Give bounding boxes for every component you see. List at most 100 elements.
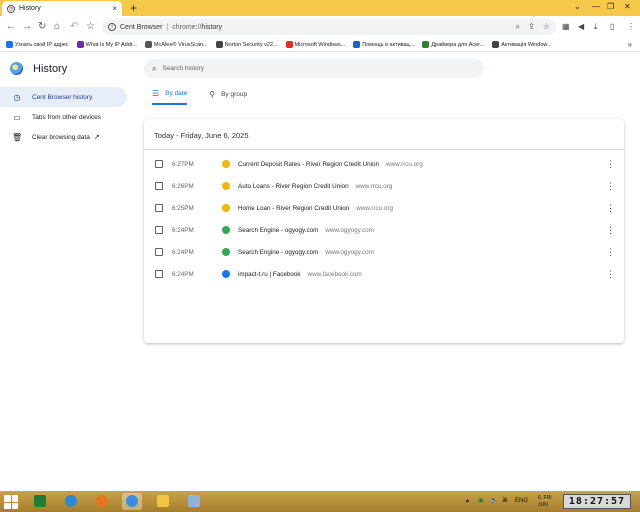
maximize-button[interactable]: ❐ [607, 1, 614, 13]
row-domain: www.rrcu.org [356, 204, 394, 212]
undo-close-icon[interactable]: ↶ [70, 20, 78, 34]
bookmark-item[interactable]: What Is My IP Addr... [76, 41, 137, 48]
row-domain: www.facebook.com [307, 270, 362, 278]
row-checkbox[interactable] [155, 226, 163, 234]
row-title-link[interactable]: Home Loan - River Region Credit Union www… [238, 205, 393, 212]
bookmarks-bar: Узнать свой IP адрес What Is My IP Addr.… [0, 38, 640, 52]
bookmark-item[interactable]: Norton Security v22... [215, 41, 278, 48]
history-page: History ⌕ Search history ◷ Cent Browser … [0, 53, 640, 491]
row-title-link[interactable]: Current Deposit Rates - River Region Cre… [238, 161, 423, 168]
history-row[interactable]: 6:25PM Home Loan - River Region Credit U… [144, 197, 624, 219]
row-checkbox[interactable] [155, 182, 163, 190]
row-domain: www.ogyogy.com [325, 248, 374, 256]
tab-history[interactable]: ◷ History × [2, 1, 122, 16]
bookmark-star-icon[interactable]: ☆ [86, 20, 95, 34]
tab-label: By date [165, 90, 188, 97]
bookmark-favicon-icon [76, 41, 84, 48]
info-icon[interactable]: i [108, 23, 116, 31]
tab-by-date[interactable]: ☰ By date [152, 89, 188, 105]
more-actions-icon[interactable]: ⋮ [606, 181, 615, 192]
network-icon[interactable]: ⌘ [502, 495, 508, 507]
row-title-link[interactable]: Search Engine - ogyogy.com www.ogyogy.com [238, 249, 374, 256]
tray-arrow-icon[interactable]: ▴ [466, 495, 469, 507]
bookmark-favicon-icon [6, 41, 13, 48]
bookmark-item[interactable]: Драйвера для Acer... [422, 41, 484, 48]
language-indicator[interactable]: ENG [515, 495, 528, 507]
menu-icon[interactable]: ⋮ [627, 21, 635, 33]
omnibox-path: history [201, 23, 223, 31]
tab-by-group[interactable]: ⚲ By group [209, 89, 247, 105]
share-icon[interactable]: ⇪ [528, 22, 535, 32]
taskbar: ▴ ▣ 🔈 ⌘ ENG 6, FRI JUN 18:27:57 [0, 491, 640, 512]
row-title-link[interactable]: Search Engine - ogyogy.com www.ogyogy.com [238, 227, 374, 234]
row-domain: www.ogyogy.com [325, 226, 374, 234]
row-title-link[interactable]: Auto Loans - River Region Credit Union ww… [238, 183, 392, 190]
reload-icon[interactable]: ↻ [38, 20, 46, 34]
close-window-button[interactable]: ✕ [624, 1, 631, 13]
bookmark-label: Узнать свой IP адрес [15, 41, 69, 48]
row-checkbox[interactable] [155, 248, 163, 256]
taskbar-app-edge[interactable] [61, 493, 81, 510]
row-checkbox[interactable] [155, 160, 163, 168]
history-row[interactable]: 6:27PM Current Deposit Rates - River Reg… [144, 153, 624, 175]
bookmark-item[interactable]: Узнать свой IP адрес [6, 41, 69, 48]
windows-start-icon[interactable] [4, 495, 18, 509]
history-row[interactable]: 6:24PM Search Engine - ogyogy.com www.ogy… [144, 241, 624, 263]
more-actions-icon[interactable]: ⋮ [606, 159, 615, 170]
bookmark-item[interactable]: Активація Window... [492, 41, 552, 48]
tray-app-icon[interactable]: ▣ [478, 495, 484, 507]
extensions-icon[interactable]: ▦ [562, 21, 570, 33]
minimize-button[interactable]: — [592, 1, 600, 13]
devices-icon: ▭ [13, 112, 21, 122]
taskbar-app-other[interactable] [184, 493, 204, 510]
forward-icon[interactable]: → [22, 20, 32, 34]
star-icon[interactable]: ☆ [543, 22, 550, 32]
more-actions-icon[interactable]: ⋮ [606, 203, 615, 214]
bookmark-item[interactable]: McAfee® VirusScan... [144, 41, 208, 48]
taskbar-app-firefox[interactable] [92, 493, 112, 510]
volume-icon[interactable]: 🔈 [490, 495, 497, 507]
site-favicon-icon [222, 204, 230, 212]
history-row[interactable]: 6:24PM impact-t.ru | Facebook www.faceboo… [144, 263, 624, 285]
bookmarks-overflow-icon[interactable]: » [628, 40, 632, 49]
clock[interactable]: 18:27:57 [563, 494, 631, 509]
taskbar-app-explorer[interactable] [153, 493, 173, 510]
clock-icon: ◷ [7, 4, 15, 13]
bookmark-item[interactable]: Microsoft Windows... [285, 41, 346, 48]
date-indicator[interactable]: 6, FRI JUN [538, 495, 558, 509]
sidebar-item-label: Tabs from other devices [32, 113, 102, 121]
tab-search-icon[interactable]: ⌄ [574, 1, 581, 13]
more-actions-icon[interactable]: ⋮ [606, 247, 615, 258]
row-domain: www.rrcu.org [386, 160, 423, 168]
tab-close-icon[interactable]: × [112, 4, 117, 13]
taskbar-app-excel[interactable] [30, 493, 50, 510]
back-icon[interactable]: ← [6, 20, 16, 34]
toolbar: ← → ↻ ⌂ ↶ ☆ i Cent Browser | chrome:// h… [0, 16, 640, 38]
address-bar[interactable]: i Cent Browser | chrome:// history ⌕ ⇪ ☆ [102, 19, 556, 35]
more-actions-icon[interactable]: ⋮ [606, 269, 615, 280]
row-title: Search Engine - ogyogy.com [238, 226, 319, 234]
bookmark-item[interactable]: Помощь в активац... [353, 41, 414, 48]
sidebar-item-clear-data[interactable]: 🗑 Clear browsing data ↗ [0, 127, 127, 147]
history-row[interactable]: 6:26PM Auto Loans - River Region Credit … [144, 175, 624, 197]
site-favicon-icon [222, 182, 230, 190]
sidebar-item-history[interactable]: ◷ Cent Browser history [0, 87, 127, 107]
taskbar-app-cent-browser[interactable] [122, 493, 142, 510]
media-icon[interactable]: ◀ [578, 21, 584, 33]
more-actions-icon[interactable]: ⋮ [606, 225, 615, 236]
history-row[interactable]: 6:24PM Search Engine - ogyogy.com www.ogy… [144, 219, 624, 241]
row-title-link[interactable]: impact-t.ru | Facebook www.facebook.com [238, 271, 362, 278]
side-panel-icon[interactable]: ▯ [610, 21, 614, 33]
bookmark-label: Microsoft Windows... [294, 41, 346, 48]
download-icon[interactable]: ⤓ [594, 21, 598, 33]
new-tab-button[interactable]: + [130, 1, 137, 15]
sidebar-item-other-devices[interactable]: ▭ Tabs from other devices [0, 107, 127, 127]
row-checkbox[interactable] [155, 270, 163, 278]
home-icon[interactable]: ⌂ [54, 20, 60, 34]
search-input[interactable]: ⌕ Search history [144, 59, 484, 78]
tab-label: By group [221, 91, 248, 98]
zoom-icon[interactable]: ⌕ [516, 22, 520, 32]
search-icon: ⌕ [152, 63, 157, 73]
bookmark-label: Помощь в активац... [362, 41, 415, 48]
row-checkbox[interactable] [155, 204, 163, 212]
